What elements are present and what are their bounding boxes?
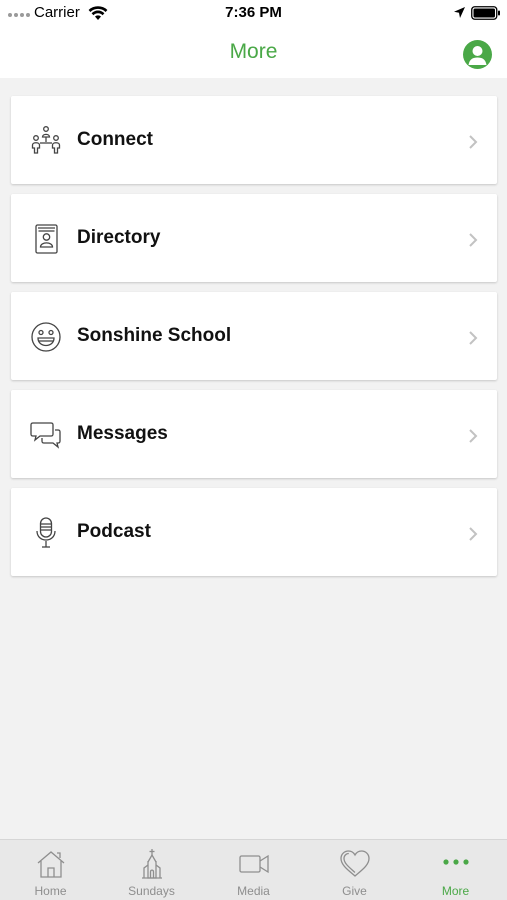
menu-item-messages[interactable]: Messages: [11, 390, 497, 478]
video-camera-icon: [238, 854, 269, 874]
church-icon: [141, 849, 162, 879]
chat-bubbles-icon: [30, 422, 61, 449]
page-title: More: [229, 40, 278, 63]
menu-item-label: Messages: [77, 423, 168, 444]
more-dots-icon: [442, 859, 469, 865]
wifi-icon: [88, 6, 108, 20]
user-avatar-icon: [468, 46, 487, 65]
tab-label: Media: [237, 884, 270, 898]
chevron-right-icon: [469, 429, 478, 443]
chevron-right-icon: [469, 331, 478, 345]
menu-item-podcast[interactable]: Podcast: [11, 488, 497, 576]
tab-label: Sundays: [128, 884, 175, 898]
home-icon: [37, 851, 64, 878]
navigation-bar: More: [0, 28, 507, 78]
tab-label: Home: [34, 884, 67, 898]
menu-item-label: Connect: [77, 129, 153, 150]
tab-more[interactable]: More: [405, 840, 506, 900]
menu-item-label: Podcast: [77, 521, 151, 542]
location-arrow-icon: [454, 7, 465, 18]
more-menu-list: Connect Directory Sonshine School Messag…: [11, 96, 497, 586]
tab-home[interactable]: Home: [0, 840, 101, 900]
people-network-icon: [31, 126, 61, 154]
battery-icon: [471, 6, 500, 20]
menu-item-label: Directory: [77, 227, 161, 248]
tab-label: Give: [342, 884, 367, 898]
status-bar: Carrier 7:36 PM: [0, 0, 507, 28]
heart-icon: [339, 850, 370, 877]
menu-item-directory[interactable]: Directory: [11, 194, 497, 282]
smiley-face-icon: [31, 322, 61, 352]
chevron-right-icon: [469, 135, 478, 149]
carrier-label: Carrier: [34, 4, 80, 21]
tab-sundays[interactable]: Sundays: [101, 840, 202, 900]
profile-button[interactable]: [463, 40, 492, 69]
menu-item-sonshine-school[interactable]: Sonshine School: [11, 292, 497, 380]
chevron-right-icon: [469, 233, 478, 247]
microphone-icon: [36, 517, 56, 548]
menu-item-connect[interactable]: Connect: [11, 96, 497, 184]
signal-strength-icon: [8, 13, 30, 17]
directory-book-icon: [35, 224, 58, 254]
menu-item-label: Sonshine School: [77, 325, 232, 346]
tab-give[interactable]: Give: [304, 840, 405, 900]
chevron-right-icon: [469, 527, 478, 541]
tab-label: More: [441, 884, 470, 898]
tab-media[interactable]: Media: [203, 840, 304, 900]
tab-bar: Home Sundays Media Give More: [0, 839, 507, 900]
